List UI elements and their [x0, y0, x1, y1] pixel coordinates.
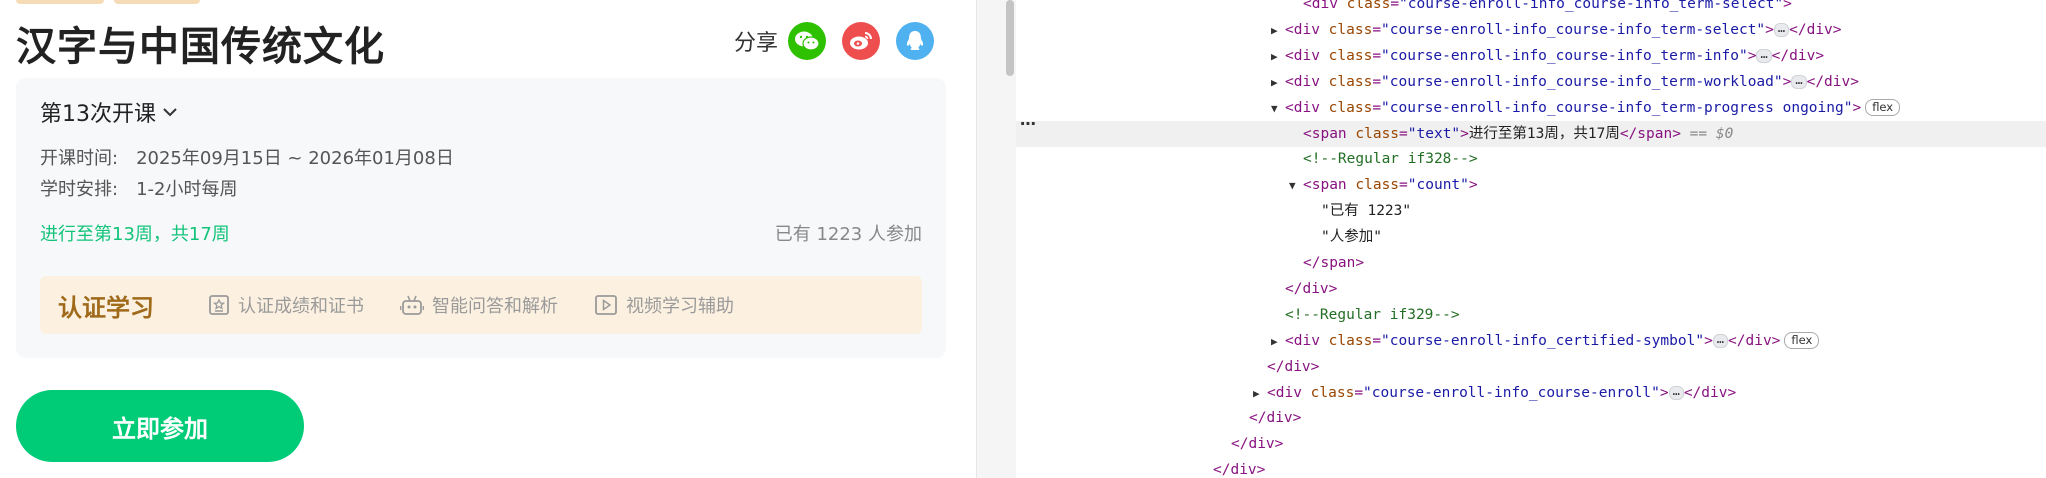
dom-tree-line[interactable]: </div> — [1016, 354, 2046, 380]
dom-tree-line[interactable]: </div> — [1016, 431, 2046, 457]
dom-tree-line[interactable]: ▼ <div class="course-enroll-info_course-i… — [1016, 95, 2046, 121]
qq-share-button[interactable] — [896, 22, 934, 60]
certified-title: 认证学习 — [58, 293, 154, 322]
dom-tree-line[interactable]: ▼ <span class="count"> — [1016, 172, 2046, 198]
dom-tree-line[interactable]: <!--Regular if328--> — [1016, 146, 2046, 172]
top-tag-strip — [16, 0, 200, 4]
dom-tree-line[interactable]: ▶ <div class="course-enroll-info_course-i… — [1016, 69, 2046, 95]
weibo-icon — [850, 32, 872, 50]
cert-feature-video: 视频学习辅助 — [594, 292, 734, 318]
term-info-row: 开课时间: 2025年09月15日 ~ 2026年01月08日 — [40, 144, 454, 170]
dom-tree-line[interactable]: ▶ <div class="course-enroll-info_course-i… — [1016, 43, 2046, 69]
course-page: 汉字与中国传统文化 分享 第13次开课 开课时间: 2025年09月15日 ~ … — [0, 0, 976, 478]
dom-tree-line[interactable]: </div> — [1016, 405, 2046, 431]
share-bar: 分享 — [734, 22, 934, 60]
share-label: 分享 — [733, 31, 778, 56]
row-more-dots[interactable]: ⋯ — [1020, 114, 1036, 133]
chevron-down-icon — [163, 108, 177, 117]
course-info-card: 第13次开课 开课时间: 2025年09月15日 ~ 2026年01月08日 学… — [16, 78, 946, 358]
enroll-button[interactable]: 立即参加 — [16, 390, 304, 462]
cert-feature-certificate: 认证成绩和证书 — [208, 292, 364, 318]
weibo-share-button[interactable] — [842, 22, 880, 60]
robot-icon — [400, 295, 424, 315]
workload-value: 1-2小时每周 — [136, 179, 238, 200]
dom-tree-line[interactable]: "已有 1223" — [1016, 198, 2046, 224]
dom-tree-line[interactable]: <span class="text">进行至第13周，共17周</span> =… — [1016, 120, 2046, 147]
term-select-label: 第13次开课 — [40, 102, 156, 127]
cert-feature-label: 认证成绩和证书 — [238, 296, 364, 317]
term-progress-text: 进行至第13周，共17周 — [40, 224, 230, 245]
dom-tree-line[interactable]: ▶ <div class="course-enroll-info_certifie… — [1016, 328, 2046, 354]
cert-feature-qa: 智能问答和解析 — [400, 292, 558, 318]
cert-feature-label: 视频学习辅助 — [626, 296, 734, 317]
workload-label: 学时安排: — [40, 179, 119, 200]
devtools-elements-panel: <div class="course-enroll-info_course-in… — [1016, 0, 2046, 478]
start-time-value: 2025年09月15日 ~ 2026年01月08日 — [136, 148, 454, 169]
course-title: 汉字与中国传统文化 — [16, 24, 385, 70]
dom-tree-line[interactable]: <div class="course-enroll-info_course-in… — [1016, 0, 2046, 17]
enroll-count: 已有 1223 人参加 — [774, 224, 922, 245]
video-play-icon — [595, 295, 617, 315]
dom-tree-line[interactable]: </div> — [1016, 457, 2046, 478]
dom-tree-line[interactable]: </span> — [1016, 250, 2046, 276]
wechat-icon — [795, 31, 820, 51]
wechat-share-button[interactable] — [788, 22, 826, 60]
term-workload-row: 学时安排: 1-2小时每周 — [40, 175, 237, 201]
cert-feature-label: 智能问答和解析 — [432, 296, 558, 317]
qq-icon — [906, 31, 924, 50]
certified-symbol-bar: 认证学习 认证成绩和证书 智能问答和解析 视频学习辅助 — [40, 276, 922, 334]
dom-tree-line[interactable]: ▶ <div class="course-enroll-info_course-e… — [1016, 380, 2046, 406]
dom-tree-line[interactable]: <!--Regular if329--> — [1016, 302, 2046, 328]
start-time-label: 开课时间: — [40, 148, 119, 169]
term-select[interactable]: 第13次开课 — [40, 96, 178, 128]
dom-tree-line[interactable]: "人参加" — [1016, 224, 2046, 250]
page-scrollbar-thumb[interactable] — [1006, 0, 1014, 76]
certificate-icon — [209, 295, 229, 315]
dom-tree-line[interactable]: </div> — [1016, 276, 2046, 302]
dom-tree-line[interactable]: ▶ <div class="course-enroll-info_course-i… — [1016, 17, 2046, 43]
